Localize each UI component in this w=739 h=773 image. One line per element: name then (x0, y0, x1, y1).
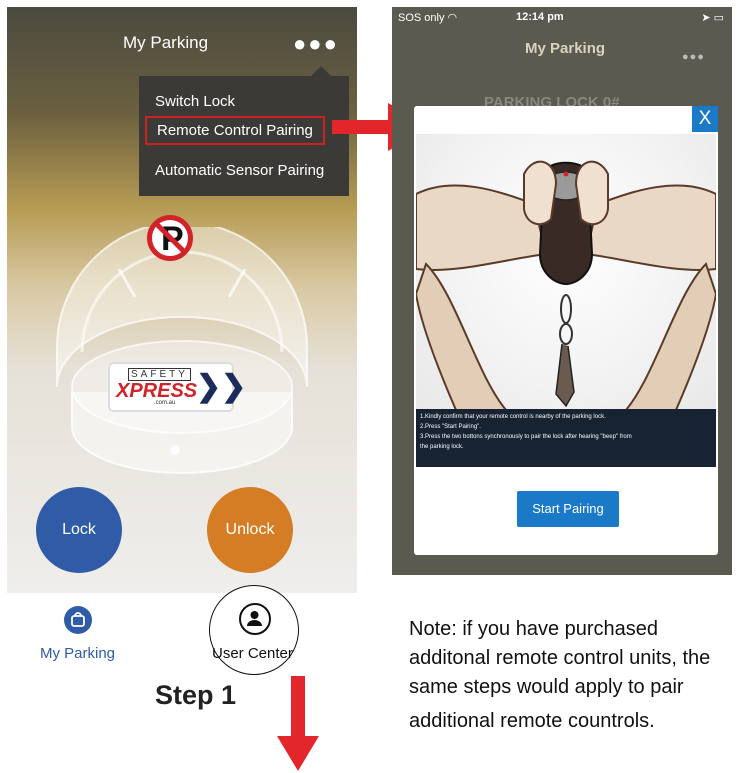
close-button[interactable]: X (692, 106, 718, 132)
my-parking-tab-icon[interactable] (64, 606, 92, 634)
instruction-line: 2.Press "Start Pairing". (420, 424, 481, 430)
clock-text: 12:14 pm (516, 11, 564, 23)
parking-lock-illustration (56, 227, 308, 474)
pairing-dialog: X 1.Kindly confirm that your remote cont… (414, 106, 718, 555)
note-text: Note: if you have purchased additonal re… (409, 615, 739, 736)
wifi-icon: ◠ (447, 12, 458, 24)
right-phone-screen: SOS only ◠ 12:14 pm ➤ ▭ My Parking ●●● P… (392, 7, 732, 575)
status-bar: SOS only ◠ 12:14 pm ➤ ▭ (398, 11, 726, 24)
menu-item-remote-control-pairing[interactable]: Remote Control Pairing (145, 116, 325, 145)
user-center-tab-icon[interactable] (239, 603, 271, 635)
lock-button[interactable]: Lock (36, 487, 122, 573)
step-label: Step 1 (155, 680, 237, 710)
battery-icon: ➤ ▭ (701, 12, 724, 24)
note-line: Note: if you have purchased (409, 618, 659, 640)
pairing-instructions: 1.Kindly confirm that your remote contro… (416, 409, 716, 467)
note-line: same steps would apply to pair (409, 676, 684, 698)
tab-my-parking[interactable]: My Parking (40, 645, 115, 662)
carrier-text: SOS only (398, 12, 445, 24)
menu-item-automatic-sensor-pairing[interactable]: Automatic Sensor Pairing (155, 162, 324, 179)
remote-control-photo (416, 134, 716, 410)
unlock-button[interactable]: Unlock (207, 487, 293, 573)
tab-user-center[interactable]: User Center (212, 645, 293, 662)
down-arrow-icon (277, 676, 319, 771)
no-parking-icon: P (147, 215, 193, 261)
overflow-menu: Switch Lock Remote Control Pairing Autom… (139, 66, 349, 196)
note-line: additonal remote control units, the (409, 647, 711, 669)
menu-item-switch-lock[interactable]: Switch Lock (155, 93, 235, 110)
instruction-line: 1.Kindly confirm that your remote contro… (420, 414, 606, 420)
left-phone-screen: My Parking ●●● Switch Lock Remote Contro… (7, 7, 357, 593)
start-pairing-button[interactable]: Start Pairing (517, 491, 619, 527)
instruction-line: the parking lock. (420, 444, 464, 450)
safety-xpress-logo: SAFETY XPRESS .com.au ❯❯ (110, 364, 246, 410)
more-menu-icon[interactable]: ●●● (682, 51, 705, 63)
note-line: additional remote countrols. (409, 710, 655, 732)
more-menu-icon[interactable]: ●●● (293, 31, 339, 57)
instruction-line: 3.Press the two bottons synchronously to… (420, 434, 632, 440)
screen-title: My Parking (525, 40, 606, 57)
